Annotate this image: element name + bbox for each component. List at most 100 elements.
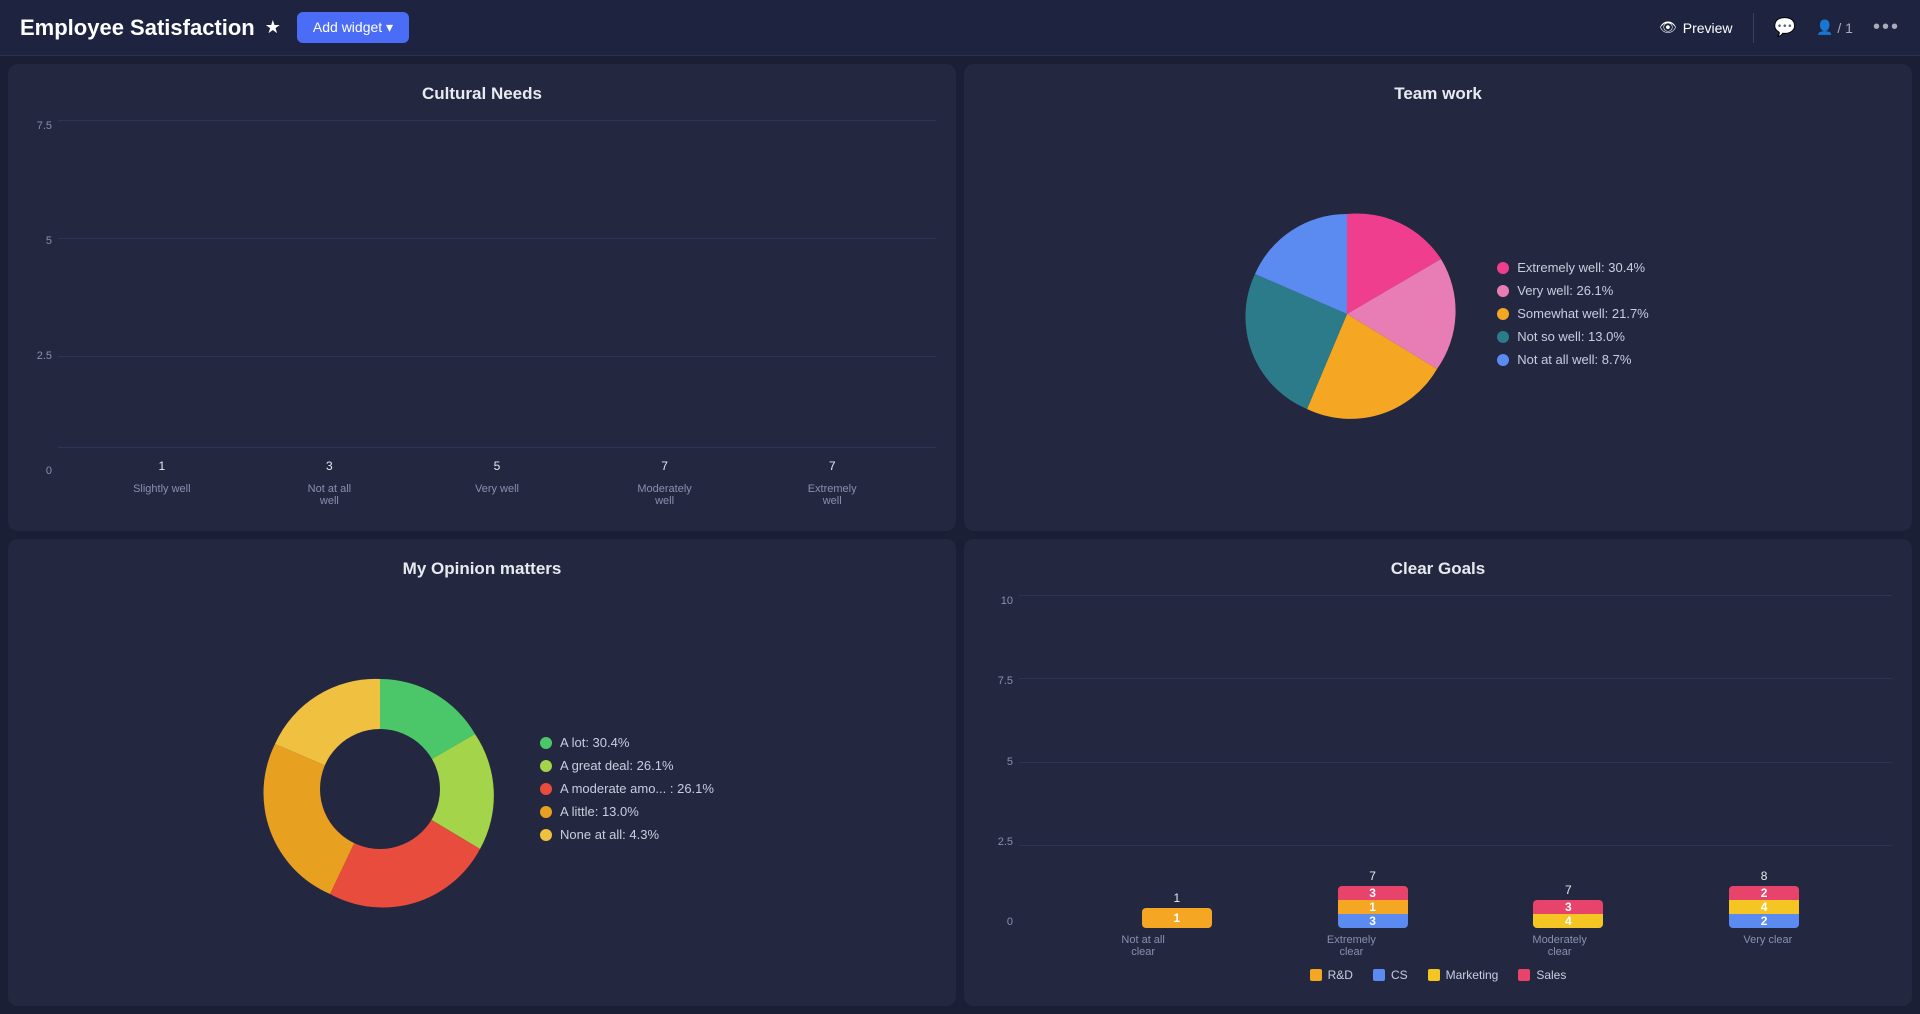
cg-x-very: Very clear bbox=[1733, 930, 1803, 958]
team-work-legend: Extremely well: 30.4% Very well: 26.1% S… bbox=[1497, 260, 1649, 367]
bar-group-moderately: 7 bbox=[635, 459, 695, 477]
bar-moderately-clear: 7 4 3 bbox=[1533, 883, 1603, 928]
user-badge[interactable]: 👤 / 1 bbox=[1816, 19, 1853, 36]
add-widget-button[interactable]: Add widget ▾ bbox=[297, 12, 409, 43]
cg-chart-body: 1 1 7 3 1 3 bbox=[1019, 595, 1892, 958]
bar-total-7a: 7 bbox=[1369, 869, 1376, 883]
team-work-title: Team work bbox=[984, 84, 1892, 104]
cg-legend-cs: CS bbox=[1373, 968, 1408, 982]
bar-group-verywell: 5 bbox=[467, 459, 527, 477]
bar-group-slightly: 1 bbox=[132, 459, 192, 477]
chat-icon[interactable]: 💬 bbox=[1774, 17, 1796, 38]
cg-legend-label-sales: Sales bbox=[1536, 968, 1566, 982]
stacked-bar-2: 3 1 3 bbox=[1338, 886, 1408, 928]
seg-sales-mc: 3 bbox=[1533, 900, 1603, 914]
legend-very: Very well: 26.1% bbox=[1497, 283, 1649, 298]
cg-y-10: 10 bbox=[1001, 595, 1013, 607]
bar-value-3: 3 bbox=[326, 459, 333, 473]
legend-extremely: Extremely well: 30.4% bbox=[1497, 260, 1649, 275]
bar-total-1: 1 bbox=[1174, 891, 1181, 905]
legend-label-notso: Not so well: 13.0% bbox=[1517, 329, 1625, 344]
legend-none: None at all: 4.3% bbox=[540, 827, 714, 842]
app-container: Employee Satisfaction ★ Add widget ▾ 👁 P… bbox=[0, 0, 1920, 1014]
x-label-extremely: Extremely well bbox=[802, 479, 862, 507]
seg-sales-vc: 2 bbox=[1729, 886, 1799, 900]
legend-dot-somewhat bbox=[1497, 308, 1509, 320]
star-icon[interactable]: ★ bbox=[265, 17, 281, 38]
cg-legend-rd: R&D bbox=[1310, 968, 1353, 982]
cg-x-ext: Extremely clear bbox=[1316, 930, 1386, 958]
opinion-legend: A lot: 30.4% A great deal: 26.1% A moder… bbox=[540, 735, 714, 842]
cg-legend-label-mkt: Marketing bbox=[1446, 968, 1499, 982]
opinion-chart: A lot: 30.4% A great deal: 26.1% A moder… bbox=[28, 595, 936, 982]
x-label-very: Very well bbox=[467, 479, 527, 507]
donut-hole bbox=[320, 729, 440, 849]
bar-value-7a: 7 bbox=[661, 459, 668, 473]
stacked-chart-area: 10 7.5 5 2.5 0 bbox=[984, 595, 1892, 958]
bar-total-8: 8 bbox=[1761, 869, 1768, 883]
y-label-0: 0 bbox=[46, 465, 52, 477]
cg-legend-dot-rd bbox=[1310, 969, 1322, 981]
legend-label-notatall: Not at all well: 8.7% bbox=[1517, 352, 1631, 367]
cg-x-not: Not at all clear bbox=[1108, 930, 1178, 958]
legend-label-very: Very well: 26.1% bbox=[1517, 283, 1613, 298]
chart-body: 1 3 5 7 bbox=[58, 120, 936, 507]
legend-label-great: A great deal: 26.1% bbox=[560, 758, 673, 773]
more-button[interactable]: ••• bbox=[1873, 16, 1900, 39]
cg-legend-dot-sales bbox=[1518, 969, 1530, 981]
legend-dot-none bbox=[540, 829, 552, 841]
x-label-moderately: Moderately well bbox=[635, 479, 695, 507]
legend-label-somewhat: Somewhat well: 21.7% bbox=[1517, 306, 1649, 321]
bar-group-extremely: 7 bbox=[802, 459, 862, 477]
legend-dot-moderate bbox=[540, 783, 552, 795]
clear-goals-legend: R&D CS Marketing Sales bbox=[984, 968, 1892, 982]
seg-mkt-vc: 4 bbox=[1729, 900, 1799, 914]
x-labels: Slightly well Not at all well Very well … bbox=[58, 479, 936, 507]
y-axis: 7.5 5 2.5 0 bbox=[28, 120, 58, 507]
legend-label-none: None at all: 4.3% bbox=[560, 827, 659, 842]
bar-chart-area: 7.5 5 2.5 0 bbox=[28, 120, 936, 507]
user-count: / 1 bbox=[1837, 20, 1853, 36]
cg-y-25: 2.5 bbox=[998, 836, 1013, 848]
header-right: 👁 Preview 💬 👤 / 1 ••• bbox=[1659, 13, 1900, 43]
seg-cs-ec: 3 bbox=[1338, 914, 1408, 928]
preview-button[interactable]: 👁 Preview bbox=[1659, 19, 1733, 36]
seg-rd-1: 1 bbox=[1142, 908, 1212, 928]
page-title: Employee Satisfaction bbox=[20, 15, 255, 41]
legend-little: A little: 13.0% bbox=[540, 804, 714, 819]
legend-great: A great deal: 26.1% bbox=[540, 758, 714, 773]
seg-sales-ec: 3 bbox=[1338, 886, 1408, 900]
bar-extremely-clear: 7 3 1 3 bbox=[1338, 869, 1408, 928]
cg-legend-label-rd: R&D bbox=[1328, 968, 1353, 982]
header: Employee Satisfaction ★ Add widget ▾ 👁 P… bbox=[0, 0, 1920, 56]
cultural-needs-title: Cultural Needs bbox=[28, 84, 936, 104]
legend-label-extremely: Extremely well: 30.4% bbox=[1517, 260, 1645, 275]
bar-value-7b: 7 bbox=[829, 459, 836, 473]
bar-group-notatall: 3 bbox=[299, 459, 359, 477]
legend-somewhat: Somewhat well: 21.7% bbox=[1497, 306, 1649, 321]
bar-value-1: 1 bbox=[158, 459, 165, 473]
legend-dot-great bbox=[540, 760, 552, 772]
legend-dot-very bbox=[1497, 285, 1509, 297]
x-label-notatall: Not at all well bbox=[299, 479, 359, 507]
clear-goals-chart: 10 7.5 5 2.5 0 bbox=[984, 595, 1892, 982]
legend-dot-little bbox=[540, 806, 552, 818]
bar-not-at-all-clear: 1 1 bbox=[1142, 891, 1212, 928]
legend-dot-notatall bbox=[1497, 354, 1509, 366]
legend-alot: A lot: 30.4% bbox=[540, 735, 714, 750]
user-icon: 👤 bbox=[1816, 19, 1833, 36]
stacked-bars-row: 1 1 7 3 1 3 bbox=[1049, 595, 1892, 928]
cg-legend-sales: Sales bbox=[1518, 968, 1566, 982]
team-work-pie bbox=[1227, 194, 1467, 434]
stacked-bar-3: 4 3 bbox=[1533, 900, 1603, 928]
cg-legend-dot-mkt bbox=[1428, 969, 1440, 981]
cg-x-mod: Moderately clear bbox=[1525, 930, 1595, 958]
stacked-bar-1: 1 bbox=[1142, 908, 1212, 928]
legend-label-alot: A lot: 30.4% bbox=[560, 735, 629, 750]
bar-total-7b: 7 bbox=[1565, 883, 1572, 897]
preview-label: Preview bbox=[1683, 20, 1733, 36]
cg-y-5: 5 bbox=[1007, 756, 1013, 768]
team-work-widget: Team work E bbox=[964, 64, 1912, 531]
header-divider bbox=[1753, 13, 1754, 43]
legend-label-little: A little: 13.0% bbox=[560, 804, 639, 819]
